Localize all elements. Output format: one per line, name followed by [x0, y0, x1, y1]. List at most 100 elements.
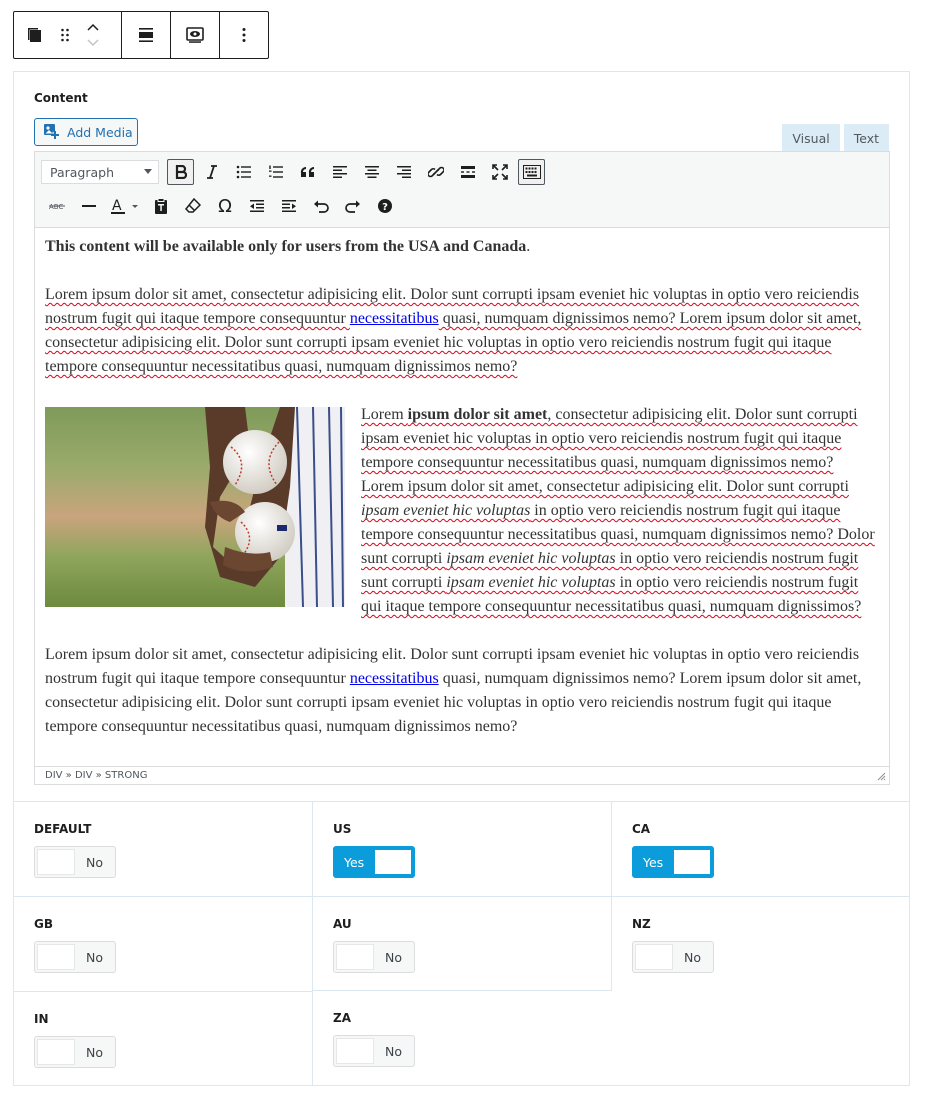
country-toggle[interactable]: No	[34, 846, 116, 878]
p2-italic-1: ipsam eveniet hic voluptas	[361, 502, 531, 519]
toolbar-toggle-icon[interactable]	[518, 159, 545, 185]
toggle-knob	[37, 849, 75, 875]
baseball-image[interactable]	[45, 407, 345, 607]
tab-visual[interactable]: Visual	[782, 124, 840, 151]
redo-icon[interactable]	[337, 192, 369, 220]
fullscreen-icon[interactable]	[484, 158, 516, 186]
editor-tabs: Visual Text	[782, 124, 889, 151]
toggle-value: No	[385, 949, 402, 965]
country-toggle[interactable]: No	[34, 941, 116, 973]
toggle-value: Yes	[643, 854, 664, 870]
horizontal-line-icon[interactable]	[73, 192, 105, 220]
outdent-icon[interactable]	[241, 192, 273, 220]
country-label: CA	[632, 822, 651, 836]
more-options-icon[interactable]	[220, 12, 268, 58]
country-cell-ca: CA Yes	[612, 801, 909, 896]
toolbar-row-2: ABC A Ω ?	[41, 192, 401, 220]
help-icon[interactable]: ?	[369, 192, 401, 220]
heading-bold-text: This content will be available only for …	[45, 238, 527, 255]
country-cell-au: AU No	[313, 896, 612, 991]
clear-spacer	[45, 619, 877, 643]
toggle-value: No	[86, 949, 103, 965]
country-toggle[interactable]: No	[632, 941, 714, 973]
read-more-icon[interactable]	[452, 158, 484, 186]
country-cell-in: IN No	[14, 991, 313, 1086]
strikethrough-icon[interactable]: ABC	[41, 192, 73, 220]
p2-italic-3: ipsam eveniet hic voluptas	[446, 574, 616, 591]
content-heading: This content will be available only for …	[45, 235, 877, 259]
paragraph-1: Lorem ipsum dolor sit amet, consectetur …	[45, 283, 877, 379]
toggle-knob	[37, 944, 75, 970]
indent-icon[interactable]	[273, 192, 305, 220]
align-left-icon[interactable]	[324, 158, 356, 186]
toggle-knob	[374, 849, 412, 875]
country-toggle[interactable]: No	[333, 1035, 415, 1067]
country-toggle[interactable]: No	[333, 941, 415, 973]
clear-formatting-icon[interactable]	[177, 192, 209, 220]
block-type-icon[interactable]	[20, 12, 50, 58]
toggle-value: No	[86, 854, 103, 870]
svg-text:?: ?	[382, 202, 388, 213]
wysiwyg-editor: Paragraph ABC A Ω ? This content will be…	[34, 151, 890, 785]
p1-link[interactable]: necessitatibus	[350, 310, 439, 327]
paste-text-icon[interactable]	[145, 192, 177, 220]
p3-link[interactable]: necessitatibus	[350, 670, 439, 687]
country-label: AU	[333, 917, 352, 931]
format-select[interactable]: Paragraph	[41, 160, 159, 184]
align-wide-icon[interactable]	[122, 12, 170, 58]
toggle-knob	[336, 944, 374, 970]
country-toggle[interactable]: No	[34, 1036, 116, 1068]
country-toggle[interactable]: Yes	[333, 846, 415, 878]
country-label: ZA	[333, 1011, 351, 1025]
toggle-knob	[336, 1038, 374, 1064]
special-character-icon[interactable]: Ω	[209, 192, 241, 220]
toggle-value: No	[86, 1044, 103, 1060]
country-toggle[interactable]: Yes	[632, 846, 714, 878]
toggle-value: No	[385, 1043, 402, 1059]
add-media-button[interactable]: Add Media	[34, 118, 138, 146]
toggle-value: Yes	[344, 854, 365, 870]
tab-text[interactable]: Text	[843, 124, 889, 151]
blockquote-icon[interactable]	[292, 158, 324, 186]
country-cell-default: DEFAULT No	[14, 801, 313, 896]
move-down-icon[interactable]	[86, 38, 100, 48]
link-icon[interactable]	[420, 158, 452, 186]
editor-toolbar: Paragraph ABC A Ω ?	[35, 152, 889, 228]
format-select-value: Paragraph	[50, 164, 115, 180]
element-path-text: DIV » DIV » STRONG	[45, 770, 148, 781]
numbered-list-icon[interactable]	[260, 158, 292, 186]
bold-icon[interactable]	[167, 159, 194, 185]
toggle-knob	[673, 849, 711, 875]
move-up-icon[interactable]	[86, 22, 100, 32]
block-toolbar	[13, 11, 269, 59]
country-label: GB	[34, 917, 53, 931]
country-cell-za: ZA No	[313, 991, 612, 1086]
svg-text:ABC: ABC	[49, 203, 63, 211]
editor-content[interactable]: This content will be available only for …	[45, 235, 877, 763]
drag-handle-icon[interactable]	[50, 12, 80, 58]
bullet-list-icon[interactable]	[228, 158, 260, 186]
undo-icon[interactable]	[305, 192, 337, 220]
p2-bold: ipsum dolor sit amet	[407, 406, 548, 423]
toolbar-row-1: Paragraph	[41, 158, 547, 186]
country-label: NZ	[632, 917, 651, 931]
italic-icon[interactable]	[196, 158, 228, 186]
preview-icon[interactable]	[171, 12, 219, 58]
toggle-knob	[635, 944, 673, 970]
country-label: US	[333, 822, 352, 836]
text-color-icon[interactable]: A	[105, 192, 145, 220]
resize-handle-icon[interactable]	[877, 772, 886, 781]
acf-block: Content Add Media Visual Text Paragraph	[13, 71, 910, 1086]
toggle-value: No	[684, 949, 701, 965]
country-label: DEFAULT	[34, 822, 92, 836]
country-cell-us: US Yes	[313, 801, 612, 896]
content-field-label: Content	[34, 91, 88, 105]
element-path: DIV » DIV » STRONG	[35, 766, 889, 784]
paragraph-3: Lorem ipsum dolor sit amet, consectetur …	[45, 643, 877, 739]
p2-text-a: Lorem	[361, 406, 408, 423]
align-center-icon[interactable]	[356, 158, 388, 186]
svg-text:A: A	[112, 198, 122, 214]
country-label: IN	[34, 1012, 49, 1026]
align-right-icon[interactable]	[388, 158, 420, 186]
block-mover	[80, 12, 106, 58]
